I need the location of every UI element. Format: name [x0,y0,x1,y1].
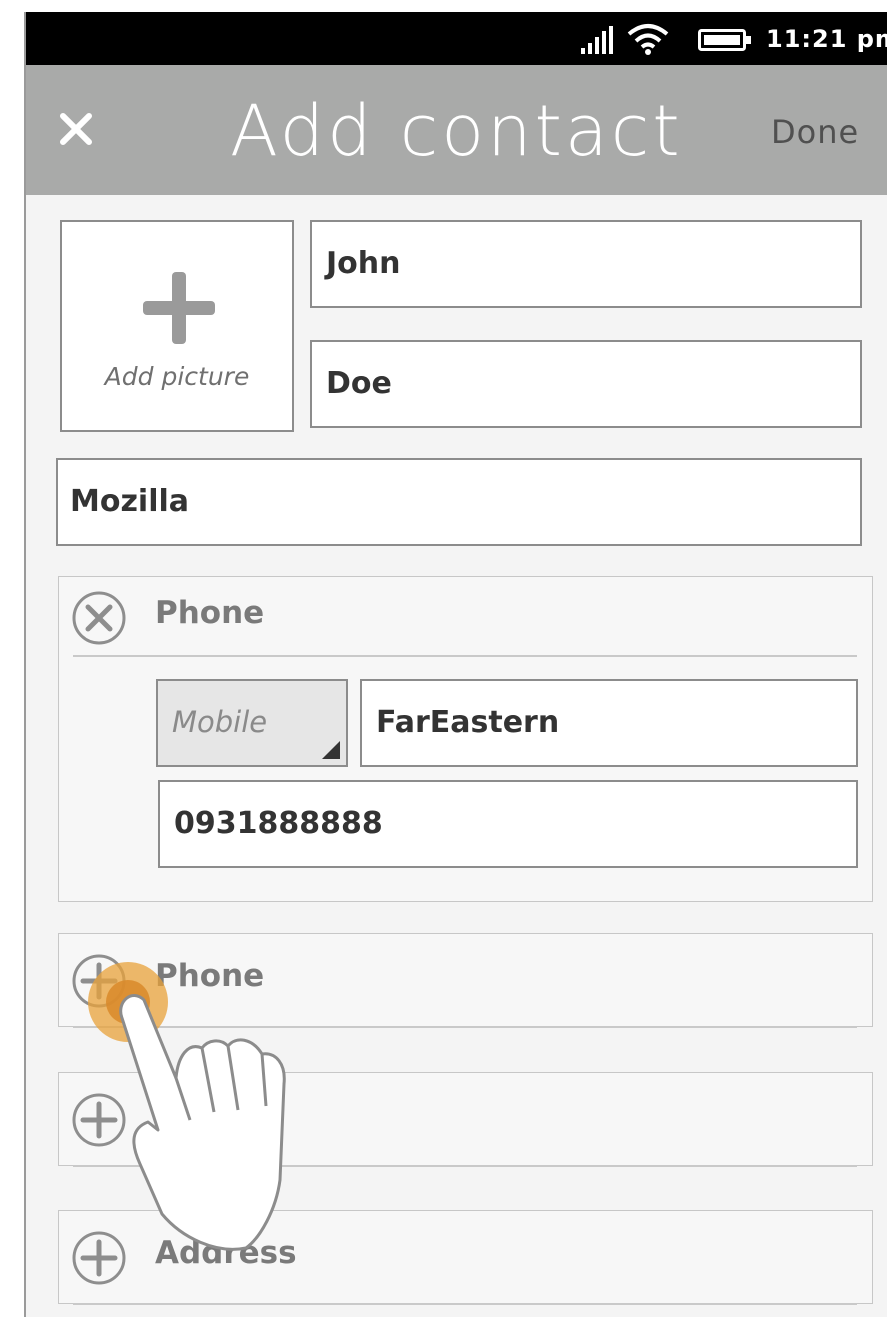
divider [73,1303,857,1305]
divider [73,1026,857,1028]
phone-carrier-field[interactable]: FarEastern [360,679,858,767]
add-address-label: Address [155,1235,297,1271]
remove-circle-icon[interactable] [70,589,128,647]
phone-section-label: Phone [155,595,265,631]
phone-type-label: Mobile [172,705,268,739]
add-circle-icon[interactable] [70,952,128,1010]
divider [73,655,857,657]
given-name-field[interactable]: John [310,220,862,308]
phone-type-select[interactable]: Mobile [156,679,348,767]
add-phone-section[interactable]: Phone [58,933,873,1028]
status-bar: 11:21 pm [26,12,887,65]
plus-icon [143,272,215,344]
dropdown-arrow-icon [322,741,340,759]
wifi-icon [627,24,669,55]
add-field-section[interactable] [58,1072,873,1167]
app-header: Add contact Done [26,65,887,195]
signal-icon [581,26,613,54]
add-picture-label: Add picture [104,362,250,391]
close-button[interactable] [46,99,106,159]
add-circle-icon[interactable] [70,1091,128,1149]
page-title: Add contact [230,90,683,172]
add-address-section[interactable]: Address [58,1210,873,1305]
done-button[interactable]: Done [771,109,881,155]
battery-icon [698,29,751,51]
add-picture-button[interactable]: Add picture [60,220,294,432]
company-field[interactable]: Mozilla [56,458,862,546]
close-icon [60,113,92,145]
divider [73,1165,857,1167]
family-name-field[interactable]: Doe [310,340,862,428]
add-phone-label: Phone [155,958,265,994]
phone-number-field[interactable]: 0931888888 [158,780,858,868]
add-circle-icon[interactable] [70,1229,128,1287]
status-time: 11:21 pm [766,25,887,53]
app-frame: 11:21 pm Add contact Done Add picture Jo… [24,12,887,1317]
